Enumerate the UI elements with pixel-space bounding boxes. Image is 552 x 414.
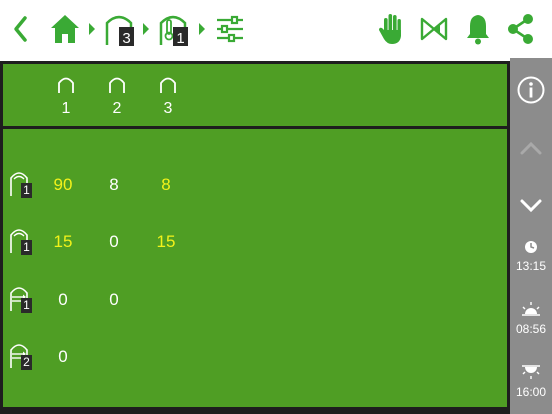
breadcrumb-separator-icon xyxy=(199,23,205,35)
column-header-strip: 1 2 3 xyxy=(3,64,507,126)
house-icon: 3 xyxy=(105,15,134,47)
table-cell: 90 xyxy=(53,175,73,194)
sunset-time: 16:00 xyxy=(515,385,547,399)
row-heat-2[interactable]: 1 xyxy=(9,223,39,257)
home-button[interactable] xyxy=(48,10,82,48)
house-sensor-button[interactable]: 1 xyxy=(156,10,192,48)
table-cell: 0 xyxy=(58,290,68,309)
top-toolbar: 3 1 xyxy=(0,0,552,58)
clock-time: 13:15 xyxy=(515,259,547,273)
sunset-widget: 16:00 xyxy=(510,364,552,399)
breadcrumb-separator-icon xyxy=(89,23,95,35)
scroll-up-button[interactable] xyxy=(510,140,552,161)
chevron-up-icon xyxy=(520,141,542,155)
breadcrumb-separator-icon xyxy=(143,23,149,35)
column-header-2[interactable]: 2 xyxy=(102,74,132,118)
table-cell: 8 xyxy=(161,175,171,194)
row-badge: 2 xyxy=(21,355,32,370)
share-icon xyxy=(508,14,533,44)
share-button[interactable] xyxy=(504,10,538,48)
column-number: 3 xyxy=(163,100,173,117)
row-badge: 1 xyxy=(21,240,32,255)
column-header-1[interactable]: 1 xyxy=(51,74,81,118)
scroll-down-button[interactable] xyxy=(510,198,552,219)
chevron-left-icon xyxy=(14,16,27,42)
table-cell: 0 xyxy=(109,290,119,309)
chevron-down-icon xyxy=(520,199,542,213)
house-thermometer-icon: 1 xyxy=(159,15,188,47)
sunrise-time: 08:56 xyxy=(515,322,547,336)
table-cell: 8 xyxy=(109,175,119,194)
home-icon xyxy=(51,15,79,43)
back-button[interactable] xyxy=(6,10,36,48)
row-inlet-1[interactable]: 1 xyxy=(9,281,39,315)
house-icon xyxy=(58,77,74,93)
house-sensor-badge: 1 xyxy=(176,30,184,47)
valve-button[interactable] xyxy=(418,10,450,48)
sunset-icon xyxy=(522,365,540,379)
bell-icon xyxy=(467,15,489,45)
sunrise-icon xyxy=(522,302,540,316)
column-number: 1 xyxy=(61,100,71,117)
sunrise-widget: 08:56 xyxy=(510,301,552,336)
right-sidebar: 13:15 08:56 16:00 xyxy=(510,58,552,414)
clock-widget: 13:15 xyxy=(510,240,552,273)
row-inlet-2[interactable]: 2 xyxy=(9,338,39,372)
house-icon xyxy=(109,77,125,93)
column-number: 2 xyxy=(112,100,122,117)
settings-button[interactable] xyxy=(214,10,246,48)
info-icon xyxy=(517,76,545,104)
table-cell: 0 xyxy=(58,347,68,366)
main-panel: 1 2 3 1 90 8 8 1 15 0 15 1 0 0 2 0 xyxy=(0,61,510,414)
row-badge: 1 xyxy=(21,298,32,313)
table-cell: 15 xyxy=(156,232,176,251)
table-cell: 15 xyxy=(53,232,73,251)
sliders-icon xyxy=(217,15,243,43)
house-badge: 3 xyxy=(122,30,130,47)
column-header-3[interactable]: 3 xyxy=(153,74,183,118)
house-3-button[interactable]: 3 xyxy=(102,10,136,48)
data-table: 1 90 8 8 1 15 0 15 1 0 0 2 0 xyxy=(3,129,507,407)
manual-mode-button[interactable] xyxy=(376,10,406,48)
clock-icon xyxy=(525,241,537,253)
table-cell: 0 xyxy=(109,232,119,251)
hand-icon xyxy=(379,14,401,44)
info-button[interactable] xyxy=(510,76,552,109)
row-heat-1[interactable]: 1 xyxy=(9,166,39,200)
row-badge: 1 xyxy=(21,183,32,198)
house-icon xyxy=(160,77,176,93)
alarm-button[interactable] xyxy=(462,10,494,48)
valve-icon xyxy=(420,17,448,41)
